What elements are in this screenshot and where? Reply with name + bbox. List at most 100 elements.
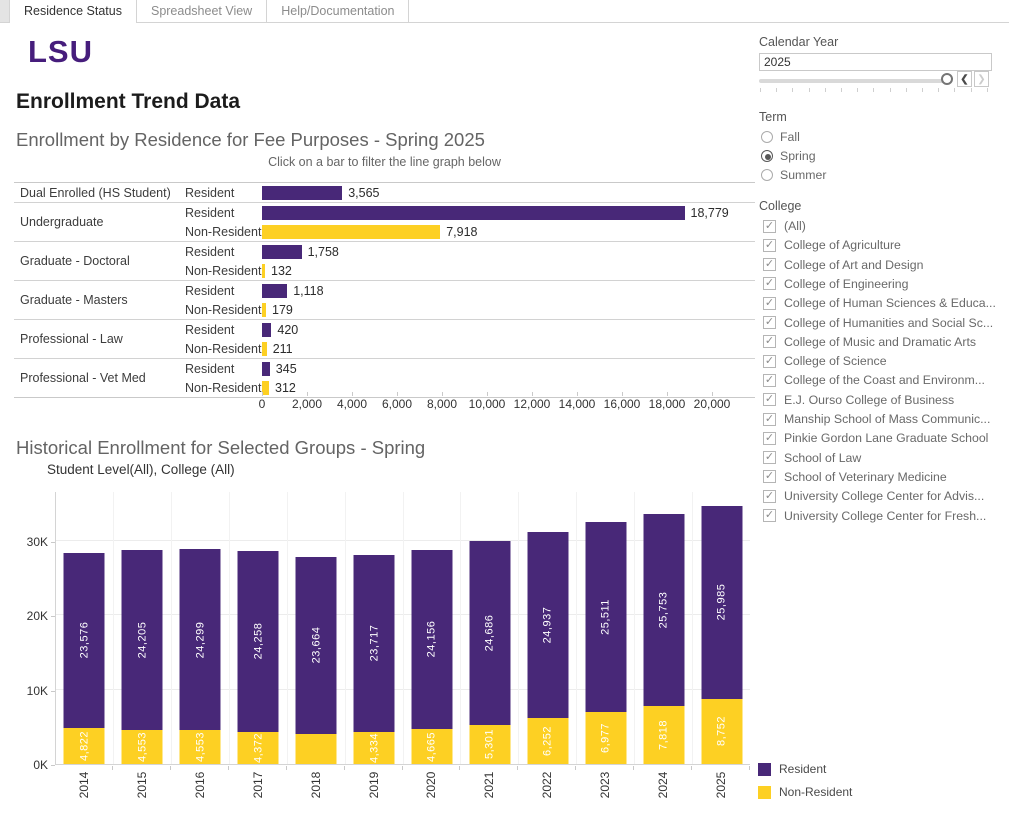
non-resident-bar-segment[interactable]: 6,977: [585, 712, 626, 764]
calendar-year-prev-button[interactable]: ❮: [957, 71, 972, 87]
college-option-all[interactable]: ✓ (All): [763, 218, 806, 234]
non-resident-bar-segment[interactable]: 5,301: [469, 725, 510, 765]
non-resident-bar-segment[interactable]: 7,818: [643, 706, 684, 764]
non-resident-bar-segment[interactable]: 4,553: [180, 730, 221, 764]
axis-tick: [712, 392, 713, 396]
college-option-e-j-ourso-college-of-business[interactable]: ✓E.J. Ourso College of Business: [763, 392, 954, 408]
college-option-college-of-engineering[interactable]: ✓College of Engineering: [763, 276, 908, 292]
checkbox: ✓: [763, 220, 776, 233]
residence-bar-graduate-masters-non-resident[interactable]: [262, 303, 266, 317]
year-label: 2025: [714, 772, 728, 799]
slider-tick: [760, 88, 761, 92]
term-filter-label: Term: [759, 110, 787, 124]
residence-bar-graduate-doctoral-resident[interactable]: [262, 245, 302, 259]
non-resident-bar-segment[interactable]: 8,752: [701, 699, 742, 764]
residence-group-dual-enrolled-hs-student: Dual Enrolled (HS Student)Resident3,565: [14, 183, 755, 202]
residence-row: Non-Resident 312: [180, 378, 755, 397]
tab-help-documentation[interactable]: Help/Documentation: [267, 0, 409, 22]
resident-bar-segment[interactable]: 25,753: [643, 514, 684, 706]
residence-bar-professional-vet-med-non-resident[interactable]: [262, 381, 269, 395]
dashboard-tab-bar: Residence StatusSpreadsheet ViewHelp/Doc…: [0, 0, 1009, 23]
college-option-college-of-humanities-and-social-sc[interactable]: ✓College of Humanities and Social Sc...: [763, 315, 993, 331]
resident-bar-segment[interactable]: 24,299: [180, 549, 221, 730]
resident-bar-segment[interactable]: 25,511: [585, 522, 626, 712]
residence-chart-title: Enrollment by Residence for Fee Purposes…: [16, 129, 485, 151]
college-option-college-of-human-sciences-educa[interactable]: ✓College of Human Sciences & Educa...: [763, 295, 996, 311]
legend-item-non-resident[interactable]: Non-Resident: [758, 783, 852, 801]
bar-stack: 24,6865,301: [469, 541, 510, 764]
non-resident-bar-segment[interactable]: [296, 734, 337, 765]
resident-bar-segment[interactable]: 23,664: [296, 557, 337, 733]
resident-bar-segment[interactable]: 25,985: [701, 506, 742, 699]
residence-bar-professional-law-non-resident[interactable]: [262, 342, 267, 356]
tab-residence-status[interactable]: Residence Status: [10, 0, 137, 22]
residence-label: Resident: [180, 362, 262, 376]
checkbox-label: (All): [784, 219, 806, 233]
residence-bar-professional-law-resident[interactable]: [262, 323, 271, 337]
college-option-college-of-science[interactable]: ✓College of Science: [763, 353, 887, 369]
history-column-2023: 25,5116,977: [577, 492, 635, 764]
non-resident-bar-segment[interactable]: 4,553: [122, 730, 163, 764]
calendar-year-input[interactable]: [759, 53, 992, 71]
non-resident-bar-segment[interactable]: 4,665: [411, 729, 452, 764]
residence-chart: Dual Enrolled (HS Student)Resident3,565U…: [14, 182, 755, 398]
checkbox: ✓: [763, 470, 776, 483]
college-option-school-of-veterinary-medicine[interactable]: ✓School of Veterinary Medicine: [763, 469, 947, 485]
college-option-pinkie-gordon-lane-graduate-school[interactable]: ✓Pinkie Gordon Lane Graduate School: [763, 430, 988, 446]
history-column-2020: 24,1564,665: [404, 492, 462, 764]
checkbox: ✓: [763, 374, 776, 387]
legend-item-resident[interactable]: Resident: [758, 760, 852, 778]
checkbox: ✓: [763, 258, 776, 271]
residence-chart-x-axis: 02,0004,0006,0008,00010,00012,00014,0001…: [14, 397, 755, 412]
residence-label: Non-Resident: [180, 381, 262, 395]
residence-bar-graduate-doctoral-non-resident[interactable]: [262, 264, 265, 278]
checkbox-label: College of Humanities and Social Sc...: [784, 316, 993, 330]
college-option-manship-school-of-mass-communic[interactable]: ✓Manship School of Mass Communic...: [763, 411, 990, 427]
resident-bar-segment[interactable]: 24,686: [469, 541, 510, 725]
residence-row: Resident3,565: [180, 183, 755, 202]
axis-tick-label: 10,000: [469, 397, 506, 411]
college-option-college-of-the-coast-and-environm[interactable]: ✓College of the Coast and Environm...: [763, 372, 985, 388]
tab-spreadsheet-view[interactable]: Spreadsheet View: [137, 0, 267, 22]
bar-value-label: 312: [275, 381, 296, 395]
axis-tick-label: 6,000: [382, 397, 412, 411]
year-label-cell: 2025: [692, 766, 750, 806]
page-title: Enrollment Trend Data: [16, 90, 240, 114]
year-label: 2020: [424, 772, 438, 799]
residence-bar-undergraduate-resident[interactable]: [262, 206, 685, 220]
calendar-year-slider-handle[interactable]: [941, 73, 953, 85]
calendar-year-slider-track[interactable]: [759, 79, 946, 83]
college-option-university-college-center-for-fresh[interactable]: ✓University College Center for Fresh...: [763, 508, 986, 524]
resident-bar-segment[interactable]: 24,156: [411, 550, 452, 730]
residence-bar-undergraduate-non-resident[interactable]: [262, 225, 440, 239]
checkbox: ✓: [763, 297, 776, 310]
term-option-spring[interactable]: Spring: [761, 148, 816, 164]
college-option-university-college-center-for-advis[interactable]: ✓University College Center for Advis...: [763, 488, 984, 504]
resident-bar-segment[interactable]: 23,717: [354, 555, 395, 732]
college-option-college-of-agriculture[interactable]: ✓College of Agriculture: [763, 237, 901, 253]
non-resident-bar-segment[interactable]: 4,372: [238, 732, 279, 765]
term-option-summer[interactable]: Summer: [761, 167, 826, 183]
lsu-logo: LSU: [28, 34, 93, 70]
residence-bar-dual-enrolled-hs-student-resident[interactable]: [262, 186, 342, 200]
non-resident-bar-segment[interactable]: 4,334: [354, 732, 395, 764]
college-option-college-of-music-and-dramatic-arts[interactable]: ✓College of Music and Dramatic Arts: [763, 334, 976, 350]
slider-tick: [971, 88, 972, 92]
college-option-school-of-law[interactable]: ✓School of Law: [763, 450, 861, 466]
resident-bar-segment[interactable]: 24,937: [527, 532, 568, 718]
radio-button: [761, 131, 773, 143]
college-option-college-of-art-and-design[interactable]: ✓College of Art and Design: [763, 257, 923, 273]
history-chart-title: Historical Enrollment for Selected Group…: [16, 437, 425, 459]
resident-bar-segment[interactable]: 23,576: [64, 553, 105, 729]
resident-bar-segment[interactable]: 24,258: [238, 551, 279, 732]
residence-bar-professional-vet-med-resident[interactable]: [262, 362, 270, 376]
non-resident-bar-segment[interactable]: 6,252: [527, 718, 568, 765]
residence-bar-graduate-masters-resident[interactable]: [262, 284, 287, 298]
calendar-year-next-button[interactable]: ❯: [974, 71, 989, 87]
non-resident-bar-segment[interactable]: 4,822: [64, 728, 105, 764]
year-label: 2022: [540, 772, 554, 799]
resident-bar-segment[interactable]: 24,205: [122, 550, 163, 730]
residence-row: Resident345: [180, 359, 755, 378]
bar-value-label: 179: [272, 303, 293, 317]
term-option-fall[interactable]: Fall: [761, 129, 800, 145]
